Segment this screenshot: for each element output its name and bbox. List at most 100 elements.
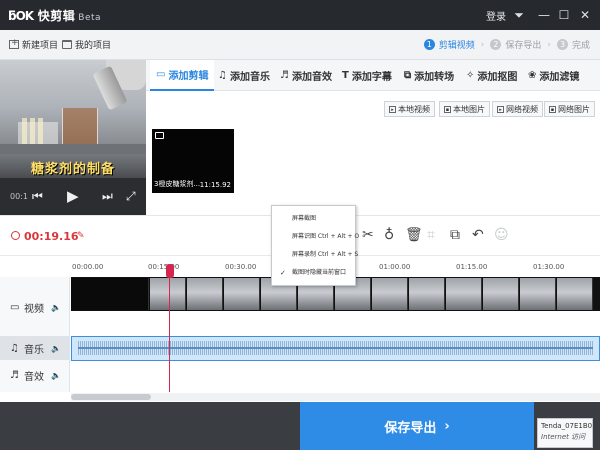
- tab-add-transition[interactable]: ⧉ 添加转场: [398, 60, 460, 91]
- app-logo: ƃOK 快剪辑 Beta: [8, 9, 102, 23]
- network-notification[interactable]: Tenda_07E1B0 Internet 访问: [537, 418, 593, 448]
- menu-item-label: 截图时隐藏当前窗口: [292, 269, 347, 276]
- folder-icon: [62, 40, 72, 49]
- preview-tray-shape: [0, 144, 146, 154]
- tab-add-sound-label: 添加音效: [291, 72, 332, 83]
- current-timecode: 00:19.16: [24, 230, 79, 243]
- video-preview[interactable]: 糖浆剂的制备 00:1 ⏮ ▶ ⏭ ⤢: [0, 60, 146, 215]
- step-3-label: 完成: [571, 41, 590, 51]
- speaker-icon[interactable]: 🔈: [51, 344, 61, 353]
- track-label-video[interactable]: ▭ 视频 🔈: [0, 295, 70, 319]
- video-track-icon: ▭: [10, 301, 20, 313]
- ruler-tick-label: 01:30.00: [533, 263, 565, 271]
- local-video-button[interactable]: ▸ 本地视频: [384, 101, 435, 117]
- title-bar: ƃOK 快剪辑 Beta 登录 ⏷ — ☐ ✕: [0, 0, 600, 30]
- play-small-icon: ▸: [389, 105, 396, 113]
- video-track-label: 视频: [24, 303, 44, 315]
- media-clip[interactable]: 3橙皮糖浆剂... 11:15.92: [152, 129, 234, 193]
- ruler-tick-label: 01:15.00: [456, 263, 488, 271]
- beta-badge: Beta: [78, 13, 102, 23]
- clip-duration: 11:15.92: [199, 181, 231, 189]
- fullscreen-icon[interactable]: ⤢: [126, 189, 136, 204]
- text-icon: T: [342, 70, 349, 81]
- playhead-handle[interactable]: [166, 264, 174, 278]
- track-label-sound[interactable]: ♬ 音效 🔈: [0, 363, 70, 387]
- maximize-icon[interactable]: ☐: [554, 5, 574, 25]
- speaker-icon[interactable]: 🔈: [51, 303, 61, 312]
- video-clip-icon: [155, 132, 164, 139]
- preview-beaker-shape: [62, 108, 98, 146]
- previous-frame-icon[interactable]: ⏮: [32, 189, 43, 204]
- online-image-button[interactable]: ▪ 网络图片: [544, 101, 595, 117]
- tab-add-cutout[interactable]: ✧ 添加抠图: [460, 60, 523, 91]
- ruler-tick-label: 01:00.00: [379, 263, 411, 271]
- step-2-number: 2: [490, 39, 502, 50]
- minimize-icon[interactable]: —: [534, 5, 554, 25]
- marker-icon[interactable]: ♁: [384, 227, 394, 243]
- video-thumbnail: [71, 278, 149, 310]
- timeline-scrollbar[interactable]: [71, 393, 600, 401]
- menu-item-hide-window[interactable]: ✓ 截图时隐藏当前窗口: [272, 265, 355, 281]
- my-projects-button[interactable]: 我的项目: [62, 38, 111, 51]
- login-link[interactable]: 登录: [486, 8, 506, 23]
- online-video-button[interactable]: ▸ 网络视频: [492, 101, 543, 117]
- tab-add-filter[interactable]: ❀ 添加滤镜: [522, 60, 585, 91]
- track-label-music[interactable]: ♫ 音乐 🔈: [0, 336, 70, 360]
- speaker-icon[interactable]: 🔈: [51, 371, 61, 380]
- crop-icon[interactable]: ⌗: [427, 227, 435, 243]
- local-image-button[interactable]: ▪ 本地图片: [439, 101, 490, 117]
- chevron-right-icon: ›: [480, 39, 485, 50]
- transition-icon: ⧉: [404, 70, 412, 81]
- ruler-tick-label: 00:15.00: [148, 263, 180, 271]
- play-icon[interactable]: ▶: [67, 187, 79, 205]
- tab-add-clip[interactable]: ▭ 添加剪辑: [150, 60, 215, 91]
- tab-add-subtitle[interactable]: T 添加字幕: [336, 60, 398, 91]
- image-icon: ▪: [549, 105, 556, 113]
- chevron-right-icon: ›: [444, 418, 450, 434]
- tab-add-sound[interactable]: ♬ 添加音效: [274, 60, 338, 91]
- online-video-label: 网络视频: [506, 104, 538, 114]
- tab-add-music[interactable]: ♫ 添加音乐: [212, 60, 276, 91]
- music-track[interactable]: [71, 336, 600, 361]
- video-thumbnail: [224, 278, 260, 310]
- project-toolbar: 新建项目 我的项目 1 剪辑视频 › 2 保存导出 › 3 完成: [0, 30, 600, 60]
- video-thumbnail: [483, 278, 519, 310]
- tab-add-music-label: 添加音乐: [229, 72, 270, 83]
- delete-icon[interactable]: 🗑: [405, 227, 423, 243]
- emoji-icon[interactable]: ☺: [494, 227, 509, 243]
- video-thumbnail: [446, 278, 482, 310]
- network-name: Tenda_07E1B0: [541, 422, 593, 430]
- copy-icon[interactable]: ⧉: [450, 227, 460, 243]
- edit-time-icon[interactable]: ✎: [77, 231, 85, 241]
- dropdown-menu-icon[interactable]: ⏷: [509, 5, 529, 25]
- network-status: Internet 访问: [541, 433, 586, 441]
- close-icon[interactable]: ✕: [575, 5, 595, 25]
- media-library: ▸ 本地视频 ▪ 本地图片 ▸ 网络视频 ▪ 网络图片 3橙皮糖浆剂... 11:15.…: [146, 91, 600, 215]
- new-project-icon: [9, 38, 19, 49]
- checkmark-icon: ✓: [280, 269, 286, 277]
- screenshot-context-menu: 屏幕截图 屏幕识图 Ctrl + Alt + O 屏幕录制 Ctrl + Alt…: [271, 205, 359, 286]
- menu-item-screen-recognize[interactable]: 屏幕识图 Ctrl + Alt + O: [272, 229, 359, 245]
- app-name: 快剪辑: [37, 9, 76, 23]
- new-project-button[interactable]: 新建项目: [9, 38, 58, 51]
- tab-add-clip-label: 添加剪辑: [168, 71, 209, 82]
- tab-add-cutout-label: 添加抠图: [477, 72, 518, 83]
- music-track-label: 音乐: [24, 344, 44, 356]
- step-2-label: 保存导出: [505, 41, 542, 51]
- sound-effect-icon: ♬: [10, 369, 19, 381]
- filter-icon: ❀: [528, 70, 537, 81]
- undo-icon[interactable]: ↶: [472, 227, 484, 243]
- menu-item-label: 屏幕识图 Ctrl + Alt + O: [292, 233, 360, 240]
- menu-item-screenshot[interactable]: 屏幕截图: [272, 211, 355, 227]
- menu-item-screen-record[interactable]: 屏幕录制 Ctrl + Alt + S: [272, 247, 358, 263]
- image-icon: ▪: [444, 105, 451, 113]
- clock-icon: [11, 231, 20, 240]
- next-frame-icon[interactable]: ⏭: [102, 189, 113, 204]
- scrollbar-thumb[interactable]: [71, 394, 151, 400]
- clip-name: 3橙皮糖浆剂...: [154, 180, 201, 188]
- cutout-icon: ✧: [466, 70, 475, 81]
- local-video-label: 本地视频: [398, 104, 430, 114]
- scissors-icon[interactable]: ✂: [362, 227, 374, 243]
- export-button[interactable]: 保存导出 ›: [300, 402, 534, 450]
- tab-add-subtitle-label: 添加字幕: [351, 72, 392, 83]
